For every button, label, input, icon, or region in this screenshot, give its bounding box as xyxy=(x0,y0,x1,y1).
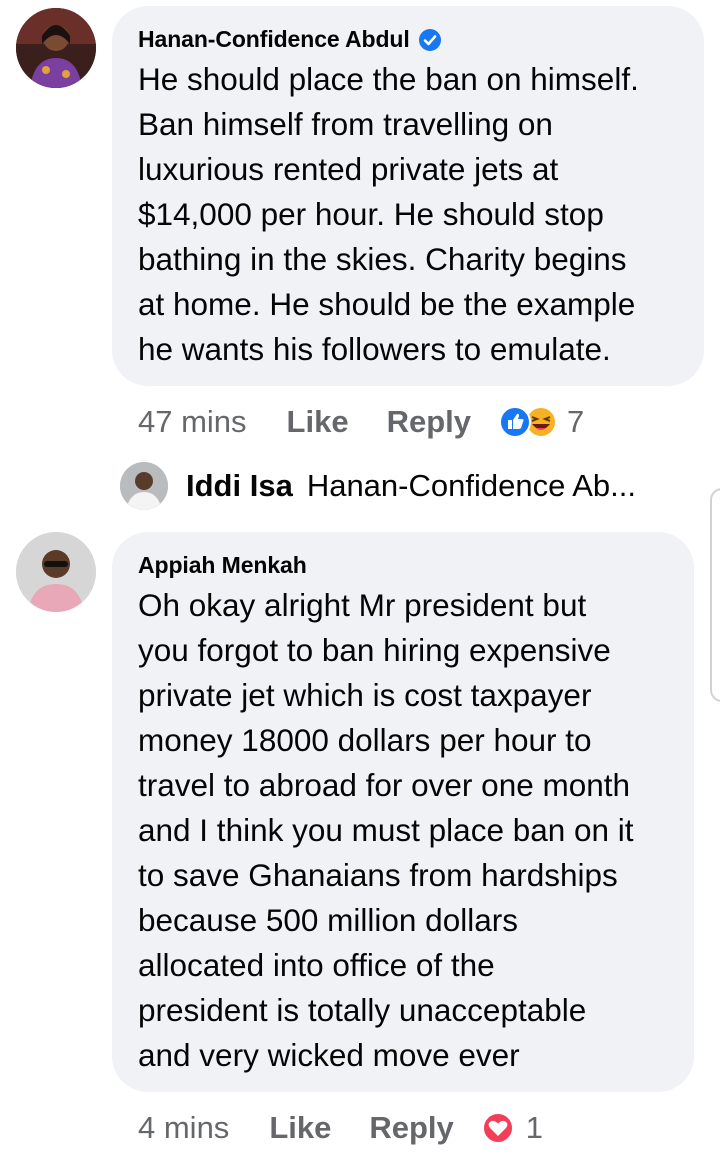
verified-badge-icon xyxy=(418,28,442,52)
like-haha-reactions-icon xyxy=(499,406,557,438)
comment-text-line: and very wicked move ever xyxy=(138,1037,520,1073)
comment-text: He should place the ban on himself. Ban … xyxy=(138,57,684,372)
comment-text-line: president is totally unacceptable xyxy=(138,992,587,1028)
comment-text-line: at home. He should be the example xyxy=(138,286,636,322)
comment-text-line: and I think you must place ban on it xyxy=(138,812,634,848)
comment-text-line: Oh okay alright Mr president but xyxy=(138,587,587,623)
reply-button[interactable]: Reply xyxy=(387,404,471,440)
comment-text-line: $14,000 per hour. He should stop xyxy=(138,196,604,232)
reaction-summary[interactable]: 7 xyxy=(497,404,584,440)
like-button[interactable]: Like xyxy=(269,1110,331,1146)
avatar-iddi-isa[interactable] xyxy=(120,462,168,510)
comment-text-line: allocated into office of the xyxy=(138,947,495,983)
comment-timestamp[interactable]: 47 mins xyxy=(138,404,247,440)
reaction-summary[interactable]: 1 xyxy=(480,1110,543,1146)
like-button[interactable]: Like xyxy=(287,404,349,440)
avatar-image xyxy=(16,8,96,88)
comment-text-line: because 500 million dollars xyxy=(138,902,518,938)
comment-bubble: Hanan-Confidence Abdul He should place t… xyxy=(112,6,704,386)
comment-author-name[interactable]: Appiah Menkah xyxy=(138,552,307,579)
comment-bubble: Appiah Menkah Oh okay alright Mr preside… xyxy=(112,532,694,1092)
reply-button[interactable]: Reply xyxy=(369,1110,453,1146)
comment-text-line: to save Ghanaians from hardships xyxy=(138,857,618,893)
love-reaction-icon xyxy=(481,1112,514,1144)
avatar-hanan-confidence-abdul[interactable] xyxy=(16,8,96,88)
comment-text-line: Ban himself from travelling on xyxy=(138,106,553,142)
comment-text-line: luxurious rented private jets at xyxy=(138,151,559,187)
adjacent-card-edge xyxy=(710,488,720,702)
comment-text-line: travel to abroad for over one month xyxy=(138,767,631,803)
avatar-image xyxy=(16,532,96,612)
reaction-count: 7 xyxy=(567,404,585,439)
reply-preview-text: Hanan-Confidence Ab... xyxy=(306,468,636,503)
comment-text-line: private jet which is cost taxpayer xyxy=(138,677,592,713)
reply-preview[interactable]: Iddi Isa Hanan-Confidence Ab... xyxy=(186,466,636,506)
avatar-appiah-menkah[interactable] xyxy=(16,532,96,612)
comment-text-line: bathing in the skies. Charity begins xyxy=(138,241,627,277)
comment-actions: 4 mins Like Reply 1 xyxy=(138,1108,543,1148)
comment-text-line: money 18000 dollars per hour to xyxy=(138,722,592,758)
comment-timestamp[interactable]: 4 mins xyxy=(138,1110,229,1146)
comment-text-line: He should place the ban on himself. xyxy=(138,61,639,97)
comment-text: Oh okay alright Mr president but you for… xyxy=(138,583,674,1078)
comment-thread: Hanan-Confidence Abdul He should place t… xyxy=(0,0,720,1162)
comment-author-name[interactable]: Hanan-Confidence Abdul xyxy=(138,26,410,53)
reply-author-name[interactable]: Iddi Isa xyxy=(186,468,293,504)
comment-actions: 47 mins Like Reply 7 xyxy=(138,402,584,442)
comment-text-line: he wants his followers to emulate. xyxy=(138,331,611,367)
reaction-count: 1 xyxy=(525,1110,544,1145)
avatar-image xyxy=(120,462,168,510)
comment-text-line: you forgot to ban hiring expensive xyxy=(138,632,611,668)
